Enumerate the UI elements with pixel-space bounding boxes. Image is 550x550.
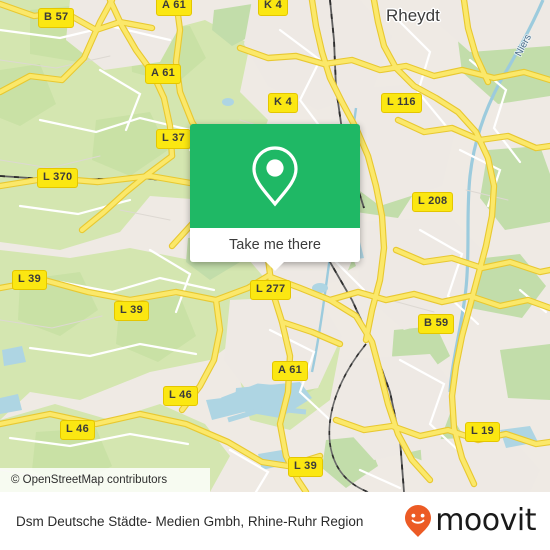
road-shield: L 39 (114, 301, 150, 321)
take-me-there-label: Take me there (229, 237, 321, 253)
moovit-wordmark: moovit (435, 503, 536, 538)
popup-card-action[interactable]: Take me there (190, 228, 360, 271)
page-title: Dsm Deutsche Städte- Medien Gmbh, Rhine-… (16, 513, 364, 529)
road-shield: A 61 (156, 0, 193, 16)
road-shield: L 19 (465, 422, 501, 442)
road-shield: L 46 (163, 386, 199, 406)
footer-bar: Dsm Deutsche Städte- Medien Gmbh, Rhine-… (0, 492, 550, 550)
road-shield: L 116 (381, 93, 422, 113)
road-shield: L 46 (60, 420, 96, 440)
moovit-map-screenshot: Rheydt Niers B 57 A 61 K 4A 61 K 4L 116 L 37… (0, 0, 550, 550)
road-shield: L 37 (156, 129, 192, 149)
road-shield: L 208 (412, 192, 454, 212)
map-place-label: Rheydt (386, 6, 440, 25)
road-shield: L 277 (250, 280, 292, 300)
moovit-brand-logo[interactable]: moovit (403, 504, 536, 538)
road-shield: L 39 (288, 457, 324, 477)
road-shield: K 4 (258, 0, 289, 16)
map-canvas[interactable]: Rheydt Niers B 57 A 61 K 4A 61 K 4L 116 L 37… (0, 0, 550, 492)
road-shield: B 57 (38, 8, 75, 28)
location-popup-card[interactable]: Take me there (190, 124, 360, 271)
popup-card-header (190, 124, 360, 228)
popup-card-pointer (265, 261, 285, 271)
map-pin-icon (252, 146, 298, 207)
road-shield: L 370 (37, 168, 79, 188)
road-shield: A 61 (145, 64, 182, 84)
road-shield: A 61 (272, 361, 309, 381)
road-shield: B 59 (418, 314, 455, 334)
road-shield: K 4 (268, 93, 299, 113)
road-shield: L 39 (12, 270, 48, 290)
moovit-smiley-pin-icon (405, 505, 432, 537)
osm-attribution[interactable]: © OpenStreetMap contributors (0, 468, 210, 492)
osm-attribution-text: © OpenStreetMap contributors (11, 474, 168, 486)
